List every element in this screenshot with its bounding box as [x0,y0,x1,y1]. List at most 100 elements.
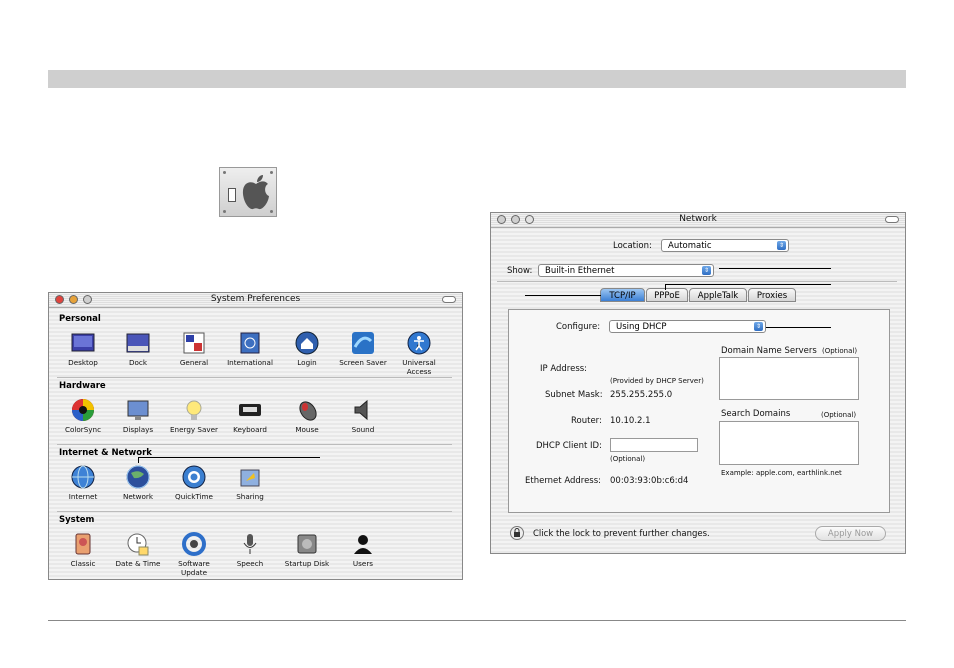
pref-software-update[interactable]: Software Update [163,532,225,577]
apply-now-button[interactable]: Apply Now [815,526,886,541]
software-update-icon [182,532,206,556]
speaker-icon [351,398,375,422]
pref-startup-disk[interactable]: Startup Disk [276,532,338,568]
dock-icon [126,331,150,355]
pref-label: Screen Saver [339,358,387,367]
popup-arrows-icon: ⇕ [777,241,786,250]
pref-users[interactable]: Users [332,532,394,568]
pref-colorsync[interactable]: ColorSync [52,398,114,434]
accessibility-icon [407,331,431,355]
pref-network[interactable]: Network [107,465,169,501]
search-domains-field[interactable] [719,421,859,465]
pref-label: ColorSync [64,425,102,434]
switch-icon [228,188,236,202]
footer-rule [48,620,906,621]
pppoe-callout-tick [665,284,666,290]
lightbulb-icon [182,398,206,422]
header-bar [48,70,906,88]
tab-appletalk[interactable]: AppleTalk [689,288,747,302]
lock-button[interactable] [510,526,524,540]
pref-label: Sharing [236,492,264,501]
divider [497,281,897,282]
pref-login[interactable]: Login [276,331,338,367]
dns-field[interactable] [719,357,859,400]
pref-label: Internet [68,492,98,501]
dhcp-client-id-field[interactable] [610,438,698,452]
section-title-hardware: Hardware [59,381,106,391]
location-value: Automatic [668,241,712,251]
house-icon [295,331,319,355]
pref-energy-saver[interactable]: Energy Saver [163,398,225,434]
colorsync-icon [71,398,95,422]
pref-speech[interactable]: Speech [219,532,281,568]
tab-proxies[interactable]: Proxies [748,288,796,302]
pref-general[interactable]: General [163,331,225,367]
section-title-system: System [59,515,95,525]
dhcp-client-id-label: DHCP Client ID: [536,441,602,451]
pref-label: Displays [122,425,154,434]
tab-tcpip[interactable]: TCP/IP [600,288,645,302]
pref-label: Universal Access [402,358,436,376]
quicktime-icon [182,465,206,489]
section-title-personal: Personal [59,314,101,324]
pref-label: General [179,358,209,367]
system-preferences-app-icon[interactable] [219,167,277,217]
pref-label: QuickTime [175,492,213,501]
pref-label: Dock [128,358,148,367]
pref-label: Speech [236,559,264,568]
ethernet-address-label: Ethernet Address: [525,476,602,486]
pref-dock[interactable]: Dock [107,331,169,367]
configure-label: Configure: [556,322,601,332]
show-popup[interactable]: Built-in Ethernet ⇕ [538,264,714,277]
display-icon [126,398,150,422]
dhcp-client-id-note: (Optional) [610,455,646,463]
pref-displays[interactable]: Displays [107,398,169,434]
popup-arrows-icon: ⇕ [702,266,711,275]
subnet-mask-label: Subnet Mask: [545,390,603,400]
user-silhouette-icon [351,532,375,556]
screen-saver-icon [351,331,375,355]
pref-label: Startup Disk [284,559,330,568]
section-divider [57,377,452,378]
pref-mouse[interactable]: Mouse [276,398,338,434]
pref-desktop[interactable]: Desktop [52,331,114,367]
pref-keyboard[interactable]: Keyboard [219,398,281,434]
pref-label: Classic [70,559,96,568]
pref-date-time[interactable]: Date & Time [107,532,169,568]
pref-label: Energy Saver [169,425,219,434]
router-value: 10.10.2.1 [610,416,651,426]
pref-sharing[interactable]: Sharing [219,465,281,501]
subnet-mask-value: 255.255.255.0 [610,390,673,400]
pref-internet[interactable]: Internet [52,465,114,501]
window-title: Network [679,214,717,224]
toolbar-toggle-button[interactable] [885,216,899,223]
flag-icon [238,331,262,355]
pref-label: International [227,358,273,367]
network-callout-line [138,457,320,458]
search-domains-optional: (Optional) [821,411,857,419]
apple-logo-icon [242,175,269,210]
hard-disk-icon [295,532,319,556]
router-label: Router: [571,416,602,426]
window-title: System Preferences [210,294,301,304]
pref-label: Login [297,358,317,367]
show-callout-line [719,268,831,269]
toolbar-toggle-button[interactable] [442,296,456,303]
pref-label: Sound [351,425,375,434]
pref-international[interactable]: International [219,331,281,367]
location-label: Location: [613,241,652,251]
pref-universal-access[interactable]: Universal Access [388,331,450,376]
pref-label: Network [122,492,153,501]
general-icon [182,331,206,355]
pref-classic[interactable]: Classic [52,532,114,568]
pref-sound[interactable]: Sound [332,398,394,434]
configure-popup[interactable]: Using DHCP ⇕ [609,320,766,333]
pref-quicktime[interactable]: QuickTime [163,465,225,501]
dns-optional: (Optional) [822,347,858,355]
pref-screen-saver[interactable]: Screen Saver [332,331,394,367]
lock-text: Click the lock to prevent further change… [533,529,710,539]
tab-pppoe[interactable]: PPPoE [646,288,688,302]
location-popup[interactable]: Automatic ⇕ [661,239,789,252]
pref-label: Software Update [178,559,210,577]
classic-icon [71,532,95,556]
